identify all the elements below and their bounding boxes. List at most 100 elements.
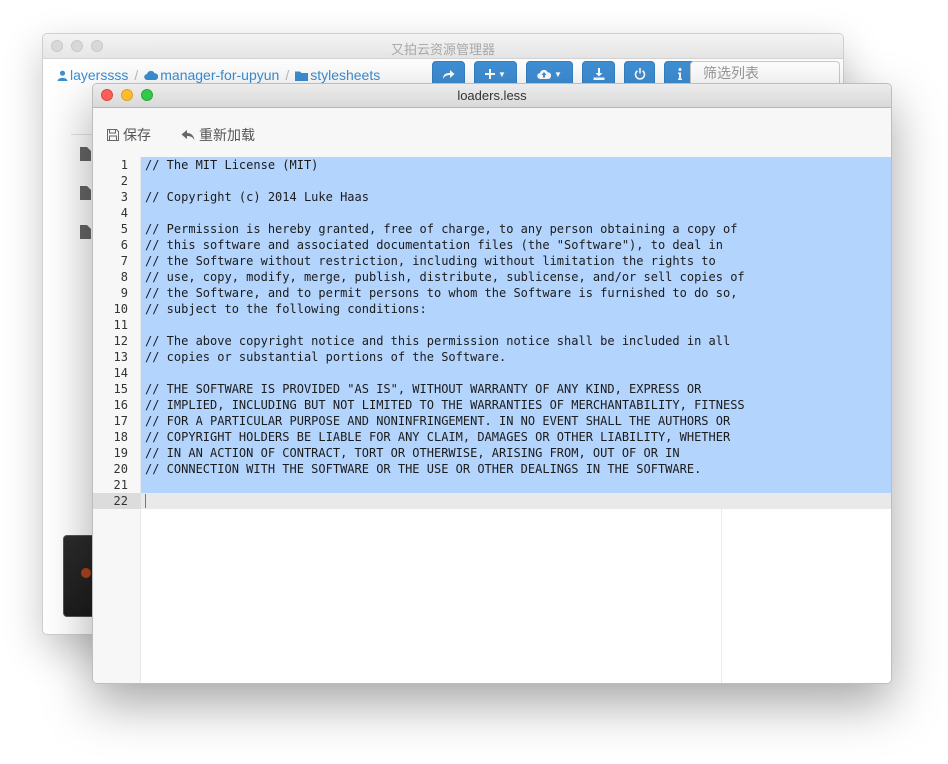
line-text[interactable]: // The above copyright notice and this p…: [141, 333, 891, 349]
breadcrumb-user[interactable]: layerssss: [57, 67, 128, 83]
line-text[interactable]: [141, 493, 891, 509]
line-text[interactable]: // the Software, and to permit persons t…: [141, 285, 891, 301]
code-line[interactable]: 17 // FOR A PARTICULAR PURPOSE AND NONINF…: [93, 413, 891, 429]
cloud-upload-icon: [537, 69, 552, 79]
line-number: 5: [120, 222, 128, 236]
chevron-down-icon: ▼: [498, 69, 506, 79]
line-text[interactable]: // The MIT License (MIT): [141, 157, 891, 173]
line-text[interactable]: // IN AN ACTION OF CONTRACT, TORT OR OTH…: [141, 445, 891, 461]
line-text[interactable]: // the Software without restriction, inc…: [141, 253, 891, 269]
line-number: 14: [113, 366, 128, 380]
line-text[interactable]: // COPYRIGHT HOLDERS BE LIABLE FOR ANY C…: [141, 429, 891, 445]
line-number: 4: [120, 206, 128, 220]
user-icon: [57, 70, 68, 81]
file-icon[interactable]: [80, 147, 91, 161]
code-line[interactable]: 3 // Copyright (c) 2014 Luke Haas: [93, 189, 891, 205]
line-text[interactable]: [141, 173, 891, 189]
line-text[interactable]: // IMPLIED, INCLUDING BUT NOT LIMITED TO…: [141, 397, 891, 413]
resource-manager-titlebar[interactable]: 又拍云资源管理器: [43, 34, 843, 59]
line-number: 17: [113, 414, 128, 428]
code-line[interactable]: 14: [93, 365, 891, 381]
code-line[interactable]: 20 // CONNECTION WITH THE SOFTWARE OR THE…: [93, 461, 891, 477]
cloud-icon: [144, 70, 159, 80]
line-number: 9: [120, 286, 128, 300]
save-button[interactable]: 保存: [107, 125, 151, 145]
line-text[interactable]: // THE SOFTWARE IS PROVIDED "AS IS", WIT…: [141, 381, 891, 397]
line-number: 1: [120, 158, 128, 172]
code-line[interactable]: 21: [93, 477, 891, 493]
line-text[interactable]: [141, 317, 891, 333]
line-text[interactable]: // copies or substantial portions of the…: [141, 349, 891, 365]
code-line[interactable]: 5 // Permission is hereby granted, free o…: [93, 221, 891, 237]
line-number: 16: [113, 398, 128, 412]
editor-titlebar[interactable]: loaders.less: [93, 84, 891, 108]
save-label: 保存: [123, 128, 151, 144]
line-text[interactable]: // this software and associated document…: [141, 237, 891, 253]
line-number: 15: [113, 382, 128, 396]
code-line[interactable]: 10 // subject to the following conditions…: [93, 301, 891, 317]
breadcrumb-separator: /: [134, 67, 139, 83]
resource-manager-title: 又拍云资源管理器: [390, 43, 495, 58]
code-line[interactable]: 6 // this software and associated documen…: [93, 237, 891, 253]
breadcrumb-bucket[interactable]: manager-for-upyun: [144, 67, 279, 83]
line-number: 21: [113, 478, 128, 492]
code-line[interactable]: 2: [93, 173, 891, 189]
record-icon: [81, 568, 91, 578]
line-number: 22: [93, 493, 141, 509]
line-number: 2: [120, 174, 128, 188]
code-line[interactable]: 4: [93, 205, 891, 221]
breadcrumb-folder-label: stylesheets: [310, 67, 381, 83]
power-icon: [634, 68, 645, 80]
code-line[interactable]: 7 // the Software without restriction, in…: [93, 253, 891, 269]
code-line[interactable]: 1 // The MIT License (MIT): [93, 157, 891, 173]
reply-icon: [181, 129, 195, 140]
code-line[interactable]: 18 // COPYRIGHT HOLDERS BE LIABLE FOR ANY…: [93, 429, 891, 445]
line-text[interactable]: // CONNECTION WITH THE SOFTWARE OR THE U…: [141, 461, 891, 477]
code-line[interactable]: 13 // copies or substantial portions of t…: [93, 349, 891, 365]
line-number: 19: [113, 446, 128, 460]
code-line[interactable]: 16 // IMPLIED, INCLUDING BUT NOT LIMITED …: [93, 397, 891, 413]
line-text[interactable]: // Permission is hereby granted, free of…: [141, 221, 891, 237]
editor-title: loaders.less: [457, 88, 527, 103]
floppy-disk-icon: [107, 129, 119, 141]
code-line[interactable]: 19 // IN AN ACTION OF CONTRACT, TORT OR O…: [93, 445, 891, 461]
breadcrumb-folder[interactable]: stylesheets: [295, 67, 380, 83]
code-editor[interactable]: 1 // The MIT License (MIT) 2 3 // Copyright …: [93, 157, 891, 683]
breadcrumb-separator: /: [285, 67, 290, 83]
line-number: 7: [120, 254, 128, 268]
line-text[interactable]: [141, 477, 891, 493]
editor-toolbar: 保存 重新加载: [93, 108, 891, 158]
code-lines[interactable]: 1 // The MIT License (MIT) 2 3 // Copyright …: [93, 157, 891, 509]
line-number: 12: [113, 334, 128, 348]
line-number: 6: [120, 238, 128, 252]
line-text[interactable]: // subject to the following conditions:: [141, 301, 891, 317]
code-line[interactable]: 11: [93, 317, 891, 333]
line-text[interactable]: // use, copy, modify, merge, publish, di…: [141, 269, 891, 285]
line-number: 20: [113, 462, 128, 476]
code-line[interactable]: 9 // the Software, and to permit persons …: [93, 285, 891, 301]
line-number: 8: [120, 270, 128, 284]
line-text[interactable]: // Copyright (c) 2014 Luke Haas: [141, 189, 891, 205]
file-icon[interactable]: [80, 186, 91, 200]
breadcrumb-user-label: layerssss: [70, 67, 129, 83]
reload-label: 重新加载: [199, 128, 255, 144]
file-icon[interactable]: [80, 225, 91, 239]
folder-icon: [295, 71, 309, 81]
code-line[interactable]: 15 // THE SOFTWARE IS PROVIDED "AS IS", W…: [93, 381, 891, 397]
line-text[interactable]: [141, 365, 891, 381]
code-line[interactable]: 8 // use, copy, modify, merge, publish, d…: [93, 269, 891, 285]
code-line[interactable]: 22: [93, 493, 891, 509]
line-text[interactable]: [141, 205, 891, 221]
code-line[interactable]: 12 // The above copyright notice and this…: [93, 333, 891, 349]
reload-button[interactable]: 重新加载: [181, 125, 255, 145]
chevron-down-icon: ▼: [554, 69, 562, 79]
line-text[interactable]: // FOR A PARTICULAR PURPOSE AND NONINFRI…: [141, 413, 891, 429]
share-icon: [443, 69, 455, 79]
breadcrumb: layerssss / manager-for-upyun / styleshe…: [57, 67, 380, 83]
line-number: 11: [113, 318, 128, 332]
download-icon: [593, 68, 604, 80]
line-number: 3: [120, 190, 128, 204]
editor-window: loaders.less 保存 重新加载 1 // The MIT License…: [92, 83, 892, 684]
text-cursor: [145, 494, 146, 508]
line-number: 13: [113, 350, 128, 364]
